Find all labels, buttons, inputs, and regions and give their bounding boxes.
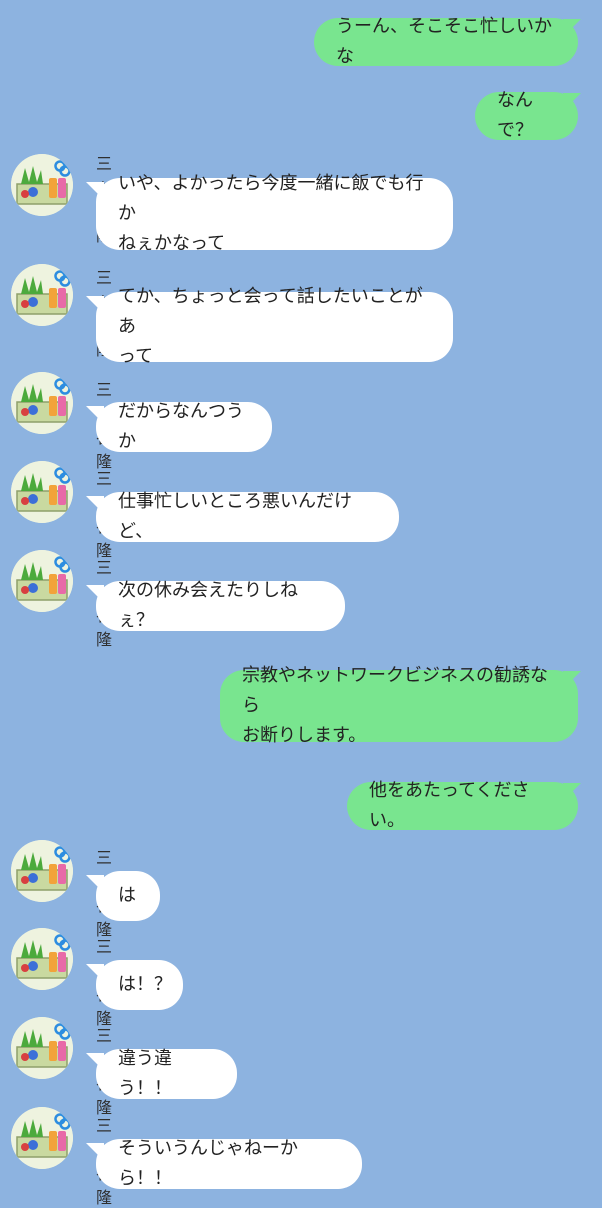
avatar[interactable] (11, 372, 73, 434)
sewing-kit-avatar-icon (11, 1107, 73, 1169)
avatar[interactable] (11, 550, 73, 612)
message-bubble[interactable]: は (96, 871, 160, 921)
message-bubble[interactable]: 違う違う！！ (96, 1048, 237, 1099)
sewing-kit-avatar-icon (11, 928, 73, 990)
message-bubble[interactable]: 仕事忙しいところ悪いんだけど、 (96, 491, 399, 542)
sewing-kit-avatar-icon (11, 1017, 73, 1079)
sewing-kit-avatar-icon (11, 840, 73, 902)
avatar[interactable] (11, 840, 73, 902)
avatar[interactable] (11, 928, 73, 990)
message-bubble[interactable]: 他をあたってください。 (347, 780, 578, 831)
sewing-kit-avatar-icon (11, 550, 73, 612)
sewing-kit-avatar-icon (11, 154, 73, 216)
avatar[interactable] (11, 1017, 73, 1079)
message-bubble[interactable]: なんで？ (475, 90, 578, 141)
message-bubble[interactable]: 宗教やネットワークビジネスの勧誘なら お断りします。 (220, 665, 578, 746)
sewing-kit-avatar-icon (11, 264, 73, 326)
avatar[interactable] (11, 1107, 73, 1169)
message-bubble[interactable]: そういうんじゃねーから！！ (96, 1138, 362, 1189)
message-bubble[interactable]: 次の休み会えたりしねぇ？ (96, 580, 345, 631)
message-bubble[interactable]: いや、よかったら今度一緒に飯でも行か ねぇかなって (96, 173, 453, 254)
avatar[interactable] (11, 461, 73, 523)
sewing-kit-avatar-icon (11, 372, 73, 434)
sewing-kit-avatar-icon (11, 461, 73, 523)
avatar[interactable] (11, 154, 73, 216)
avatar[interactable] (11, 264, 73, 326)
message-bubble[interactable]: だからなんつうか (96, 401, 272, 452)
message-bubble[interactable]: てか、ちょっと会って話したいことがあ って (96, 286, 453, 367)
message-bubble[interactable]: は！？ (96, 960, 183, 1010)
message-bubble[interactable]: うーん、そこそこ忙しいかな (314, 16, 578, 67)
